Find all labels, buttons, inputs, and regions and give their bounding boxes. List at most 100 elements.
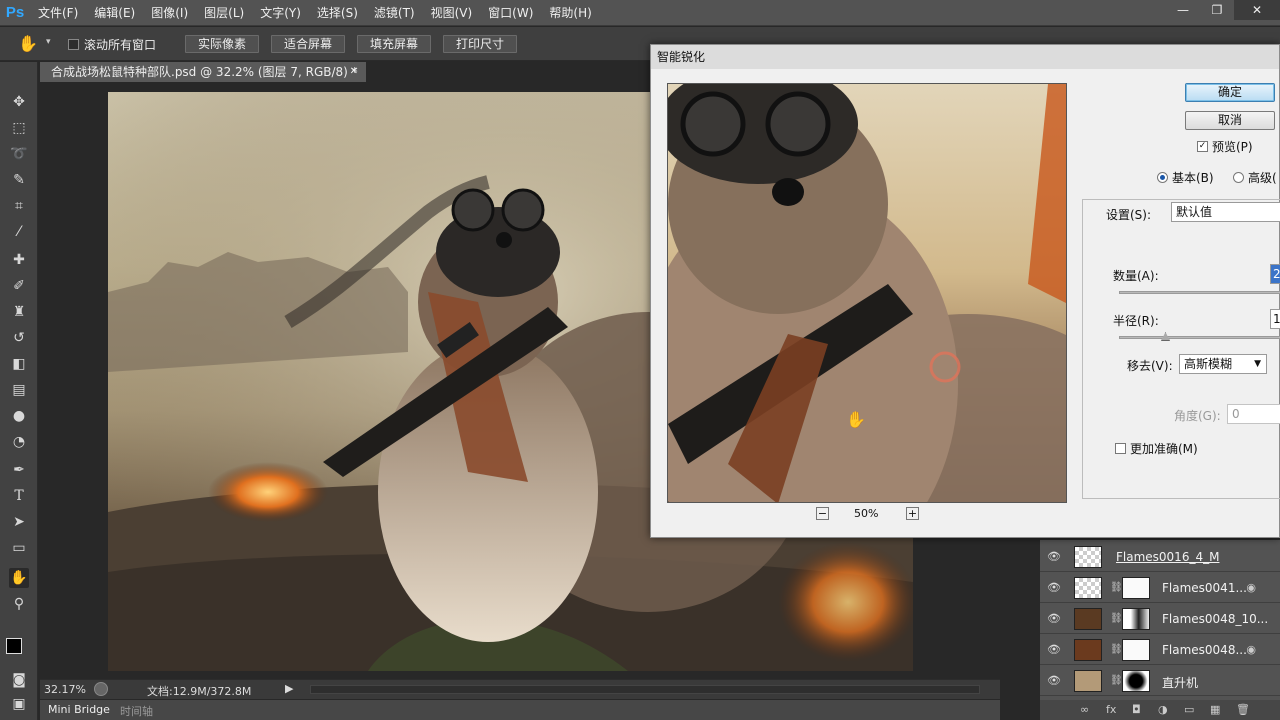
zoom-out-button[interactable]: − [816,507,829,520]
fill-screen-button[interactable]: 填充屏幕 [357,35,431,53]
lasso-tool-icon[interactable]: ➰ [9,144,29,164]
type-tool-icon[interactable]: T [9,486,29,506]
filter-preview[interactable]: ✋ [667,83,1067,503]
menu-image[interactable]: 图像(I) [143,0,196,26]
layer-mask-thumbnail[interactable] [1122,608,1150,630]
minimize-button[interactable]: — [1166,0,1200,20]
menu-window[interactable]: 窗口(W) [480,0,541,26]
radius-slider[interactable] [1119,336,1280,339]
ok-button[interactable]: 确定 [1185,83,1275,102]
amount-slider[interactable] [1119,291,1280,294]
amount-input[interactable]: 2 [1270,264,1280,284]
marquee-tool-icon[interactable]: ⬚ [9,118,29,138]
menu-select[interactable]: 选择(S) [309,0,366,26]
move-tool-icon[interactable]: ✥ [9,92,29,112]
menu-edit[interactable]: 编辑(E) [86,0,143,26]
zoom-tool-icon[interactable]: ⚲ [9,594,29,614]
link-layers-icon[interactable]: ∞ [1080,703,1089,716]
layer-row[interactable]: 👁 ⛓ Flames0048... ◉ [1040,635,1280,665]
adjustment-layer-icon[interactable]: ◑ [1158,703,1168,716]
basic-radio[interactable] [1157,172,1168,183]
layers-panel: 👁 Flames0016_4_M 👁 ⛓ Flames0041... ◉ 👁 ⛓… [1040,540,1280,720]
menu-layer[interactable]: 图层(L) [196,0,252,26]
status-menu-arrow-icon[interactable]: ▶ [285,682,293,695]
cancel-button[interactable]: 取消 [1185,111,1275,130]
horizontal-scrollbar[interactable] [310,685,980,694]
status-info-icon[interactable] [94,682,108,696]
more-accurate-option[interactable]: 更加准确(M) [1115,440,1198,457]
close-window-button[interactable]: ✕ [1234,0,1280,20]
layer-style-icon[interactable]: fx [1106,703,1116,716]
menu-file[interactable]: 文件(F) [30,0,86,26]
preview-checkbox[interactable]: ✓ [1197,141,1208,152]
fit-screen-button[interactable]: 适合屏幕 [271,35,345,53]
history-brush-tool-icon[interactable]: ↺ [9,328,29,348]
advanced-radio[interactable] [1233,172,1244,183]
tool-preset-dropdown-icon[interactable]: ▾ [46,37,51,47]
tab-mini-bridge[interactable]: Mini Bridge [48,703,110,716]
layer-row[interactable]: 👁 Flames0016_4_M [1040,542,1280,572]
menu-view[interactable]: 视图(V) [423,0,481,26]
blur-tool-icon[interactable]: ● [9,406,29,426]
settings-select[interactable]: 默认值 [1171,202,1280,222]
quick-mask-icon[interactable]: ◙ [9,670,29,690]
scroll-all-windows-checkbox[interactable] [68,39,79,50]
path-selection-tool-icon[interactable]: ➤ [9,512,29,532]
visibility-eye-icon[interactable]: 👁 [1047,675,1061,687]
visibility-eye-icon[interactable]: 👁 [1047,551,1061,563]
pen-tool-icon[interactable]: ✒ [9,460,29,480]
zoom-in-button[interactable]: + [906,507,919,520]
hand-tool-icon[interactable]: ✋ [18,34,38,53]
print-size-button[interactable]: 打印尺寸 [443,35,517,53]
layer-mask-thumbnail[interactable] [1122,577,1150,599]
angle-input[interactable]: 0 [1227,404,1280,424]
restore-button[interactable]: ❐ [1200,0,1234,20]
quick-selection-tool-icon[interactable]: ✎ [9,170,29,190]
crop-tool-icon[interactable]: ⌗ [9,196,29,216]
new-group-icon[interactable]: ▭ [1184,703,1194,716]
gradient-tool-icon[interactable]: ▤ [9,380,29,400]
close-document-icon[interactable]: ✕ [350,62,358,82]
more-accurate-label: 更加准确(M) [1130,442,1198,456]
visibility-eye-icon[interactable]: 👁 [1047,644,1061,656]
layer-mask-thumbnail[interactable] [1122,670,1150,692]
layer-row[interactable]: 👁 ⛓ 直升机 [1040,666,1280,696]
eyedropper-tool-icon[interactable]: ⁄ [9,222,29,242]
layer-thumbnail [1074,639,1102,661]
scroll-all-windows-option[interactable]: 滚动所有窗口 [68,36,156,53]
hand-tool-icon[interactable]: ✋ [9,568,29,588]
delete-layer-icon[interactable]: 🗑 [1236,703,1250,716]
new-layer-icon[interactable]: ▦ [1210,703,1220,716]
mode-basic-option[interactable]: 基本(B) [1157,169,1214,186]
fx-icon[interactable]: ◉ [1246,581,1256,594]
layer-name: Flames0048... [1162,643,1247,657]
actual-pixels-button[interactable]: 实际像素 [185,35,259,53]
rectangle-tool-icon[interactable]: ▭ [9,538,29,558]
layer-row[interactable]: 👁 ⛓ Flames0041... ◉ [1040,573,1280,603]
dodge-tool-icon[interactable]: ◔ [9,432,29,452]
eraser-tool-icon[interactable]: ◧ [9,354,29,374]
foreground-color-swatch[interactable] [6,638,22,654]
add-mask-icon[interactable]: ◘ [1132,703,1141,716]
more-accurate-checkbox[interactable] [1115,443,1126,454]
document-tab[interactable]: 合成战场松鼠特种部队.psd @ 32.2% (图层 7, RGB/8) * ✕ [40,62,366,82]
visibility-eye-icon[interactable]: 👁 [1047,582,1061,594]
tab-timeline[interactable]: 时间轴 [120,703,153,719]
screen-mode-icon[interactable]: ▣ [9,694,29,714]
fx-icon[interactable]: ◉ [1246,643,1256,656]
remove-select[interactable]: 高斯模糊 ▼ [1179,354,1267,374]
visibility-eye-icon[interactable]: 👁 [1047,613,1061,625]
layer-row[interactable]: 👁 ⛓ Flames0048_10... [1040,604,1280,634]
preview-option[interactable]: ✓ 预览(P) [1197,138,1253,155]
clone-stamp-tool-icon[interactable]: ♜ [9,302,29,322]
zoom-level[interactable]: 32.17% [44,683,86,696]
healing-brush-tool-icon[interactable]: ✚ [9,250,29,270]
radius-input[interactable]: 1 [1270,309,1280,329]
mode-advanced-option[interactable]: 高级( [1233,169,1277,186]
dialog-title[interactable]: 智能锐化 [651,45,1279,69]
menu-filter[interactable]: 滤镜(T) [366,0,423,26]
menu-help[interactable]: 帮助(H) [541,0,599,26]
menu-type[interactable]: 文字(Y) [252,0,309,26]
layer-mask-thumbnail[interactable] [1122,639,1150,661]
brush-tool-icon[interactable]: ✐ [9,276,29,296]
